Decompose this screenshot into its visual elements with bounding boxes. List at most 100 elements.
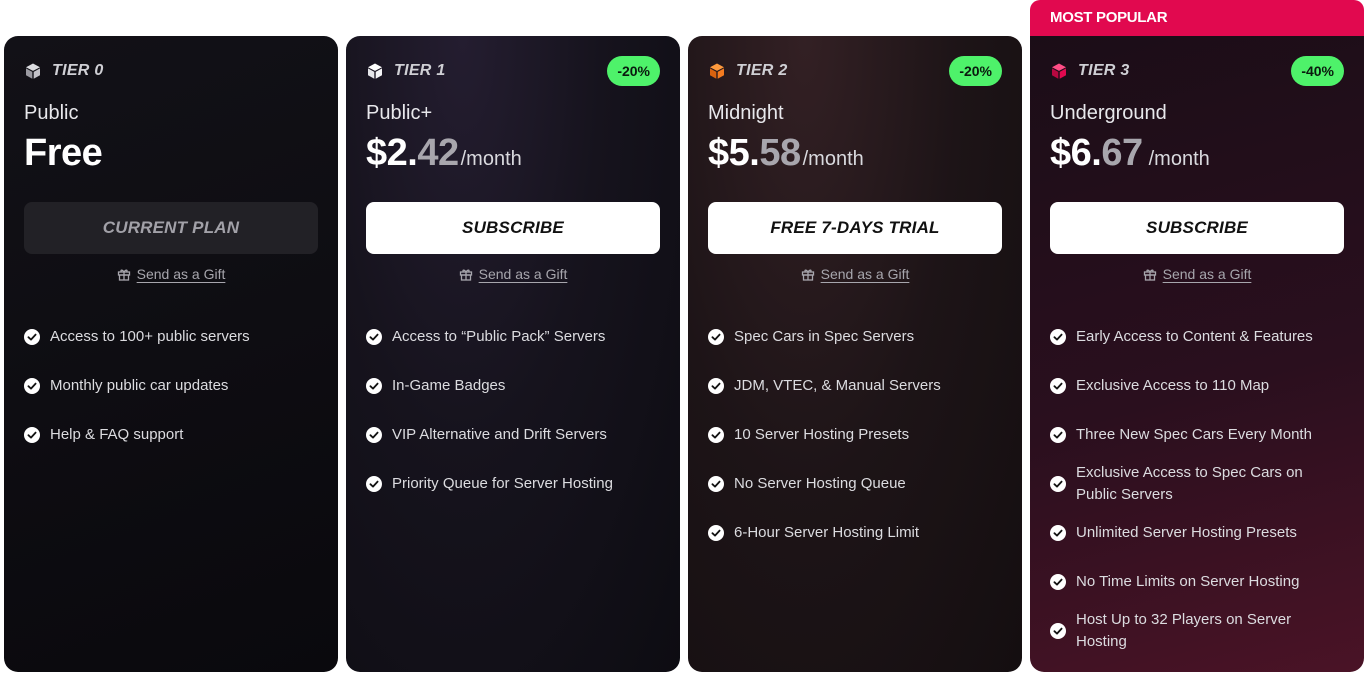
price-cents: 42	[417, 132, 459, 174]
check-circle-icon	[366, 475, 382, 492]
feature-item: Unlimited Server Hosting Presets	[1050, 508, 1344, 557]
subscribe-button[interactable]: SUBSCRIBE	[366, 202, 660, 254]
check-circle-icon	[708, 328, 724, 345]
plan-name: Midnight	[708, 102, 784, 124]
check-circle-icon	[708, 377, 724, 394]
tier-label: TIER 3	[1078, 62, 1130, 79]
feature-item: VIP Alternative and Drift Servers	[366, 410, 660, 459]
feature-item: Monthly public car updates	[24, 361, 318, 410]
send-gift-link[interactable]: Send as a Gift	[1050, 266, 1344, 286]
send-gift-link[interactable]: Send as a Gift	[708, 266, 1002, 286]
feature-item: Access to “Public Pack” Servers	[366, 312, 660, 361]
check-circle-icon	[708, 475, 724, 492]
feature-list: Early Access to Content & Features Exclu…	[1050, 312, 1344, 655]
gift-icon	[117, 269, 130, 281]
feature-text: In-Game Badges	[392, 376, 506, 394]
plan-price: $6. 67/month	[1050, 132, 1344, 180]
feature-list: Spec Cars in Spec Servers JDM, VTEC, & M…	[708, 312, 1002, 557]
feature-text: No Server Hosting Queue	[734, 474, 906, 492]
tier-label: TIER 0	[52, 62, 104, 79]
gift-icon	[801, 269, 814, 281]
price-period: /month	[1148, 148, 1210, 170]
plan-card-tier-3: TIER 3 -40% Underground $6. 67/month SUBS…	[1030, 36, 1364, 672]
feature-item: Host Up to 32 Players on Server Hosting	[1050, 606, 1344, 655]
check-circle-icon	[708, 426, 724, 443]
price-cents: 67	[1101, 132, 1143, 174]
send-gift-label: Send as a Gift	[1162, 266, 1252, 282]
tier-header: TIER 0	[24, 56, 318, 86]
feature-item: Exclusive Access to 110 Map	[1050, 361, 1344, 410]
feature-text: 6-Hour Server Hosting Limit	[734, 523, 920, 541]
subscribe-button[interactable]: SUBSCRIBE	[1050, 202, 1344, 254]
check-circle-icon	[708, 524, 724, 541]
cube-icon	[710, 63, 724, 79]
feature-text: Exclusive Access to 110 Map	[1076, 376, 1270, 394]
feature-text: 10 Server Hosting Presets	[734, 425, 910, 443]
price-period: /month	[460, 148, 522, 170]
free-trial-button[interactable]: FREE 7-DAYS TRIAL	[708, 202, 1002, 254]
feature-item: Access to 100+ public servers	[24, 312, 318, 361]
most-popular-banner: MOST POPULAR	[1030, 0, 1364, 36]
cube-icon	[1052, 63, 1066, 79]
feature-item: In-Game Badges	[366, 361, 660, 410]
current-plan-button[interactable]: CURRENT PLAN	[24, 202, 318, 254]
send-gift-link[interactable]: Send as a Gift	[24, 266, 318, 286]
feature-text: Unlimited Server Hosting Presets	[1076, 523, 1297, 541]
price-main: $6.	[1050, 132, 1102, 174]
check-circle-icon	[1050, 328, 1066, 345]
feature-text: Priority Queue for Server Hosting	[392, 474, 613, 492]
feature-item: Priority Queue for Server Hosting	[366, 459, 660, 508]
price-period: /month	[802, 148, 864, 170]
feature-item: 6-Hour Server Hosting Limit	[708, 508, 1002, 557]
feature-item: Help & FAQ support	[24, 410, 318, 459]
plan-name: Public+	[366, 102, 433, 124]
feature-item: Three New Spec Cars Every Month	[1050, 410, 1344, 459]
feature-item: 10 Server Hosting Presets	[708, 410, 1002, 459]
pricing-section: MOST POPULAR TIER 0 Public Free CURRENT …	[0, 0, 1368, 675]
feature-item: No Time Limits on Server Hosting	[1050, 557, 1344, 606]
check-circle-icon	[1050, 475, 1066, 492]
feature-list: Access to “Public Pack” Servers In-Game …	[366, 312, 660, 508]
feature-text: Monthly public car updates	[50, 376, 229, 394]
feature-text: Spec Cars in Spec Servers	[734, 327, 915, 345]
price-main: Free	[24, 132, 103, 174]
check-circle-icon	[24, 377, 40, 394]
feature-text: Exclusive Access to Spec Cars on Public …	[1076, 463, 1303, 503]
check-circle-icon	[1050, 377, 1066, 394]
feature-list: Access to 100+ public servers Monthly pu…	[24, 312, 318, 459]
cube-icon	[368, 63, 382, 79]
feature-text: No Time Limits on Server Hosting	[1076, 572, 1300, 590]
feature-text: Help & FAQ support	[50, 425, 184, 443]
plan-card-tier-1: TIER 1 -20% Public+ $2. 42/month SUBSCRIB…	[346, 36, 680, 672]
feature-text: VIP Alternative and Drift Servers	[392, 425, 607, 443]
feature-text: Host Up to 32 Players on Server Hosting	[1076, 610, 1292, 650]
send-gift-label: Send as a Gift	[820, 266, 910, 282]
send-gift-label: Send as a Gift	[136, 266, 226, 282]
plan-name: Public	[24, 102, 79, 124]
price-main: $5.	[708, 132, 760, 174]
discount-badge: -20%	[949, 56, 1002, 86]
price-cents: 58	[759, 132, 801, 174]
plan-price: $2. 42/month	[366, 132, 660, 180]
feature-text: JDM, VTEC, & Manual Servers	[734, 376, 941, 394]
feature-text: Three New Spec Cars Every Month	[1076, 425, 1312, 443]
plan-price: Free	[24, 132, 318, 180]
plan-price: $5. 58/month	[708, 132, 1002, 180]
send-gift-link[interactable]: Send as a Gift	[366, 266, 660, 286]
check-circle-icon	[1050, 622, 1066, 639]
feature-text: Access to 100+ public servers	[50, 327, 250, 345]
check-circle-icon	[366, 328, 382, 345]
discount-badge: -40%	[1291, 56, 1344, 86]
send-gift-label: Send as a Gift	[478, 266, 568, 282]
feature-item: Exclusive Access to Spec Cars on Public …	[1050, 459, 1344, 508]
tier-header: TIER 3 -40%	[1050, 56, 1344, 86]
plan-card-tier-0: TIER 0 Public Free CURRENT PLAN Send as …	[4, 36, 338, 672]
tier-header: TIER 1 -20%	[366, 56, 660, 86]
price-main: $2.	[366, 132, 418, 174]
plan-name: Underground	[1050, 102, 1167, 124]
check-circle-icon	[1050, 524, 1066, 541]
feature-text: Access to “Public Pack” Servers	[392, 327, 606, 345]
most-popular-label: MOST POPULAR	[1050, 9, 1168, 26]
check-circle-icon	[366, 426, 382, 443]
feature-item: Spec Cars in Spec Servers	[708, 312, 1002, 361]
